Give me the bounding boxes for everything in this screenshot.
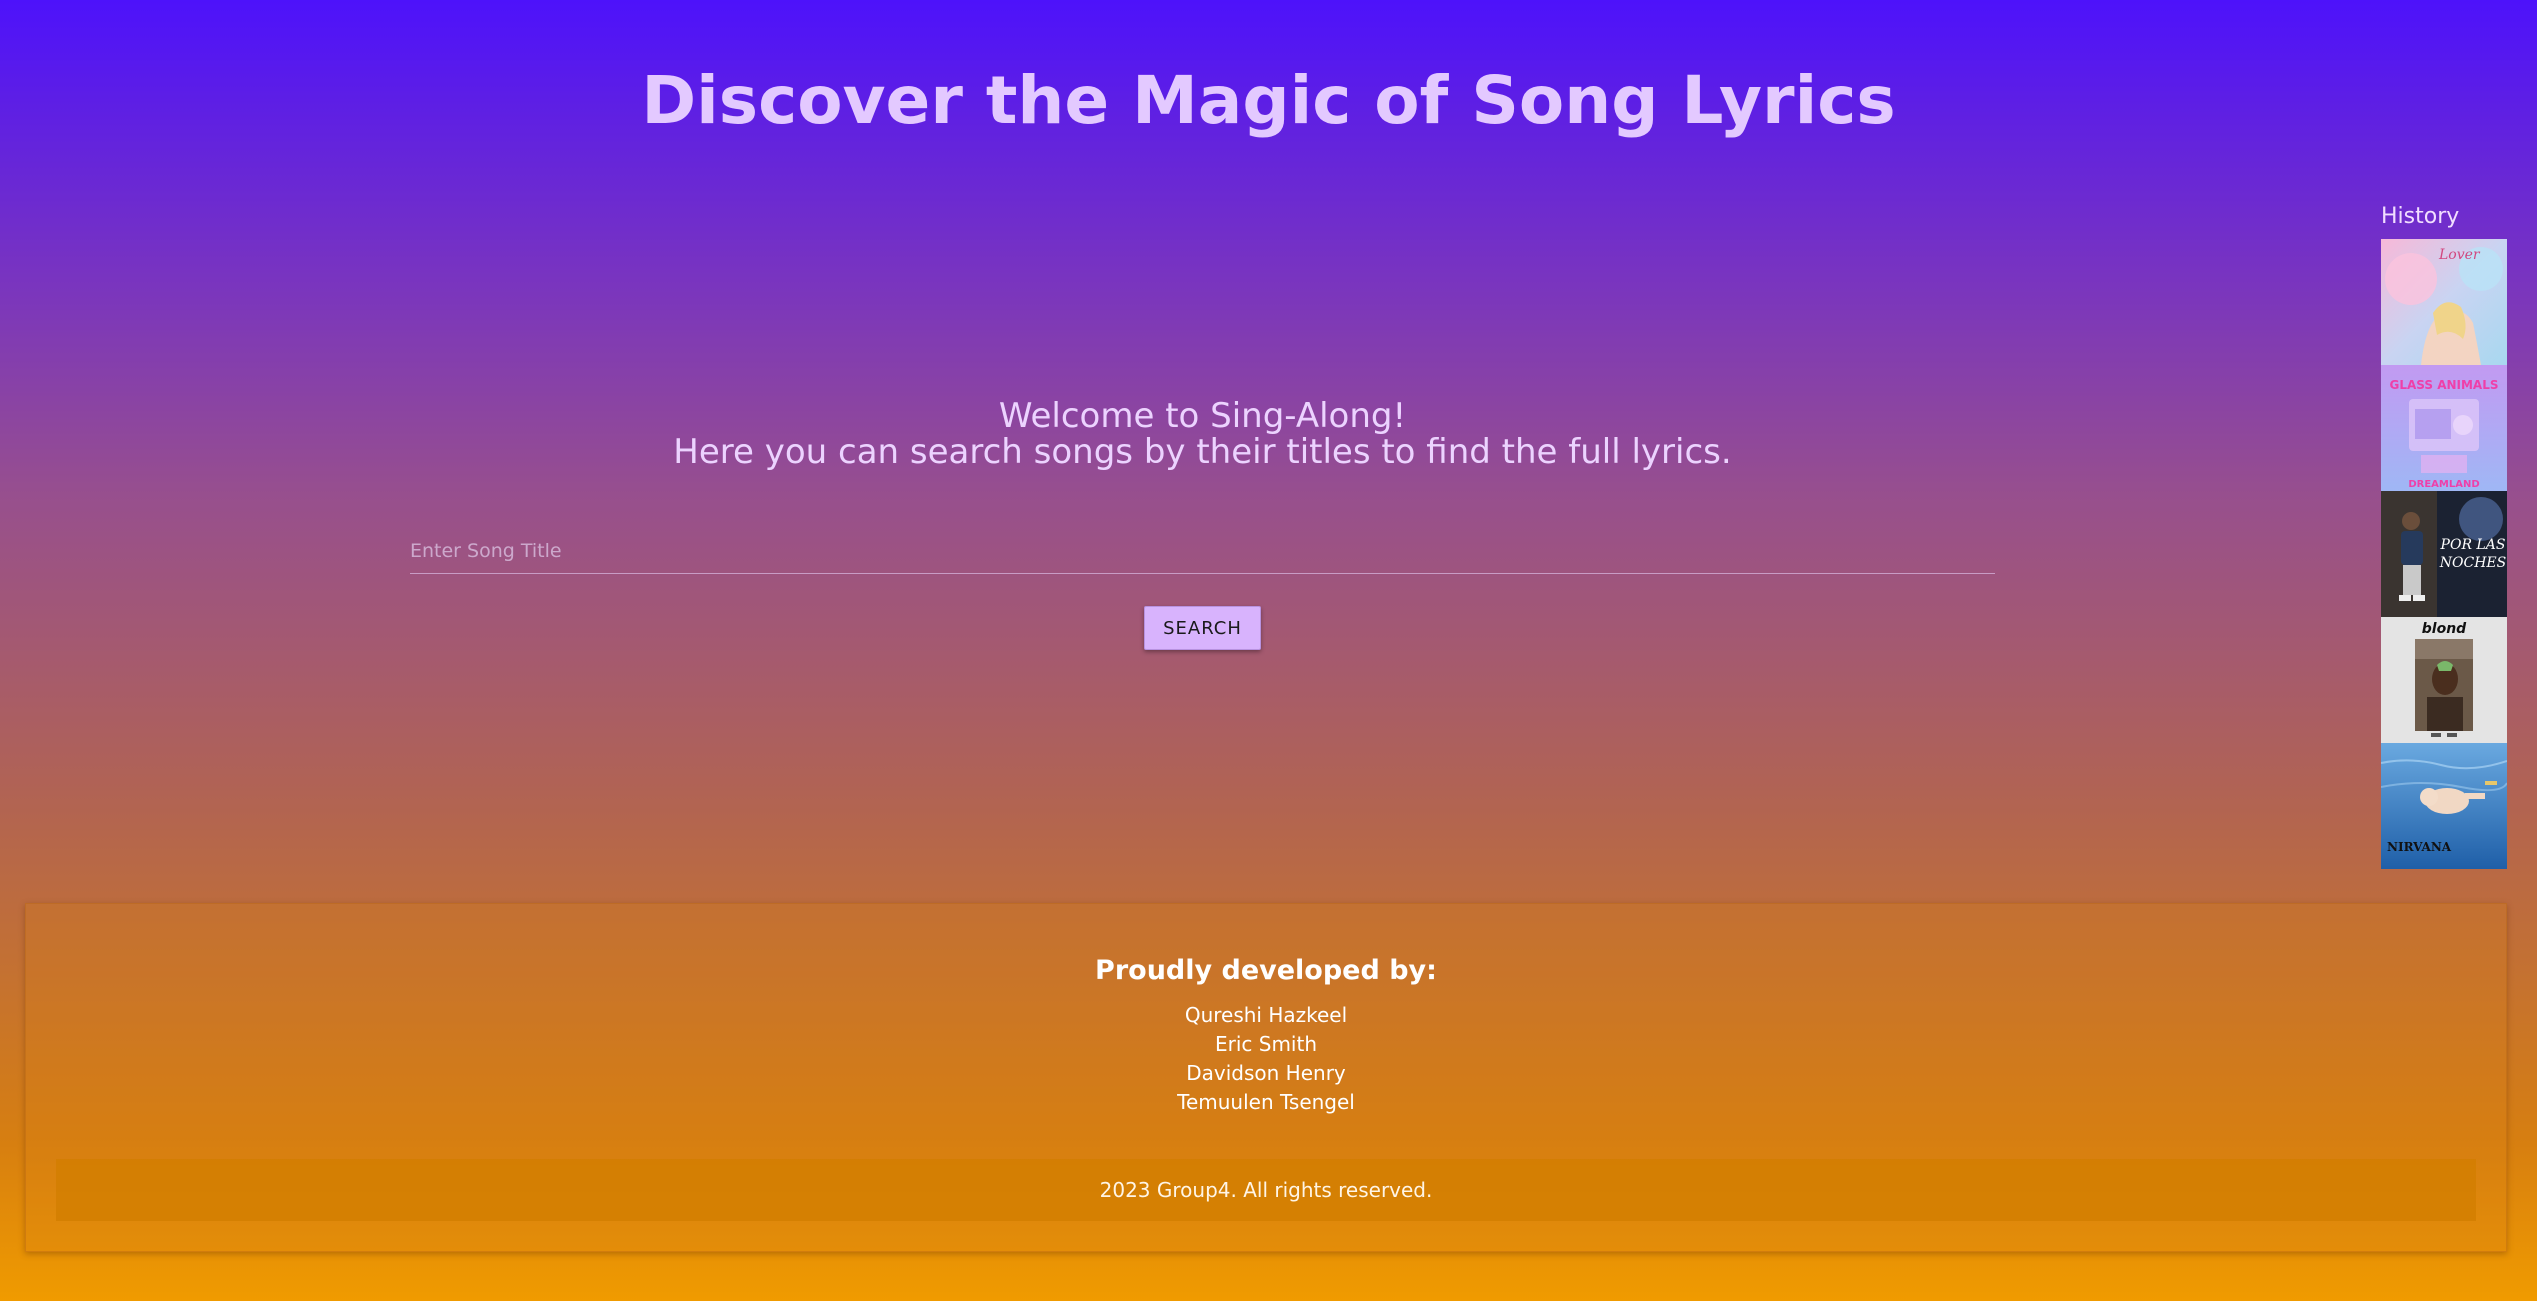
svg-text:Lover: Lover [2438,247,2481,263]
history-label: History [2381,204,2460,229]
history-item-por-las-noches[interactable]: POR LAS NOCHES [2381,491,2507,617]
svg-text:blond: blond [2422,621,2467,637]
copyright-text: 2023 Group4. All rights reserved. [56,1159,2476,1221]
history-item-nevermind[interactable]: NIRVANA [2381,743,2507,869]
history-item-dreamland[interactable]: GLASS ANIMALS DREAMLAND [2381,365,2507,491]
svg-text:DREAMLAND: DREAMLAND [2408,479,2479,490]
blond-album-cover: blond [2381,617,2507,743]
history-item-blond[interactable]: blond [2381,617,2507,743]
developer-name: Temuulen Tsengel [1177,1090,1355,1114]
search-button[interactable]: SEARCH [1144,606,1261,650]
developer-name: Qureshi Hazkeel [1184,1003,1348,1027]
nevermind-album-cover: NIRVANA [2381,743,2507,869]
developer-name: Eric Smith [1214,1032,1318,1056]
developer-list: Qureshi Hazkeel Eric Smith Davidson Henr… [26,1001,2506,1117]
welcome-line-1: Welcome to Sing-Along! [998,396,1407,436]
svg-text:NIRVANA: NIRVANA [2387,840,2452,854]
developer-name: Davidson Henry [1186,1061,1346,1085]
por-las-noches-cover: POR LAS NOCHES [2381,491,2507,617]
svg-text:GLASS ANIMALS: GLASS ANIMALS [2389,378,2498,392]
footer: Proudly developed by: Qureshi Hazkeel Er… [25,903,2507,1252]
welcome-message: Welcome to Sing-Along! Here you can sear… [350,398,2055,470]
history-item-lover[interactable]: Lover [2381,239,2507,365]
svg-text:POR LAS: POR LAS [2440,537,2506,553]
lover-album-cover: Lover [2381,239,2507,365]
history-panel: History Lover GLASS ANIMALS DREAMLAND PO… [2381,202,2507,869]
svg-text:NOCHES: NOCHES [2439,555,2506,571]
footer-heading: Proudly developed by: [1095,955,1437,986]
page-title: Discover the Magic of Song Lyrics [641,62,1896,139]
welcome-line-2: Here you can search songs by their title… [673,432,1732,472]
song-title-input[interactable] [410,528,1995,574]
glass-animals-dreamland-cover: GLASS ANIMALS DREAMLAND [2381,365,2507,491]
